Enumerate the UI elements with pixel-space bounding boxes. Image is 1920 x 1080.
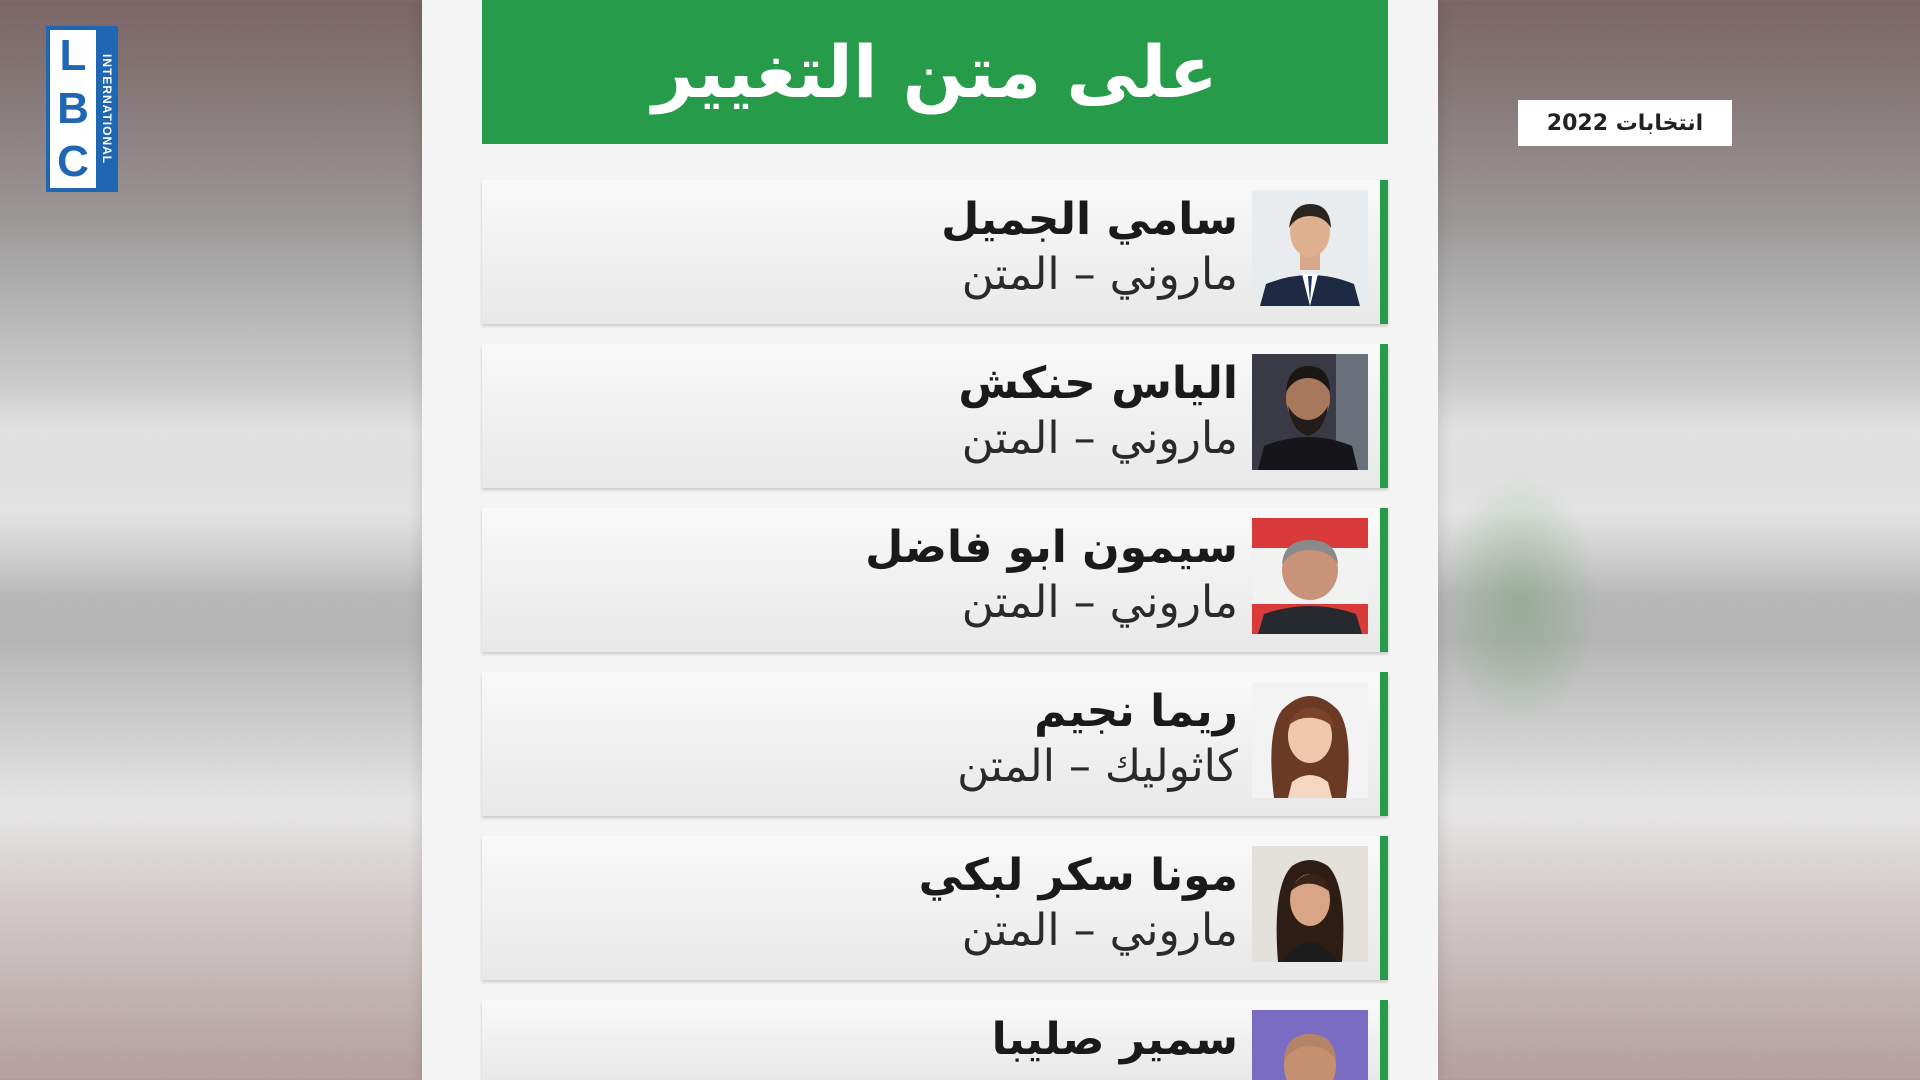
list-title: على متن التغيير [482,0,1388,144]
candidate-detail: ماروني – المتن [961,413,1238,464]
candidate-row: ريما نجيم كاثوليك – المتن [482,672,1388,816]
candidate-photo [1252,518,1368,634]
candidate-photo [1252,1010,1368,1080]
candidate-list: سامي الجميل ماروني – المتن الياس حنكش ما… [482,180,1388,1080]
candidate-name: ريما نجيم [1034,686,1238,737]
candidate-text: سمير صليبا [992,1012,1238,1068]
candidate-name: الياس حنكش [958,358,1238,409]
candidate-photo [1252,846,1368,962]
row-accent-bar [1380,1000,1388,1080]
candidate-row: الياس حنكش ماروني – المتن [482,344,1388,488]
candidate-name: سمير صليبا [991,1014,1238,1065]
row-accent-bar [1380,180,1388,324]
row-accent-bar [1380,672,1388,816]
candidate-photo [1252,190,1368,306]
candidate-photo [1252,682,1368,798]
candidate-text: الياس حنكش ماروني – المتن [958,356,1238,466]
candidate-text: ريما نجيم كاثوليك – المتن [957,684,1238,794]
election-badge: انتخابات 2022 [1518,100,1732,146]
logo-letters: L B C [50,30,96,188]
logo-letter: B [57,83,89,133]
candidate-photo [1252,354,1368,470]
candidate-name: مونا سكر لبكي [918,850,1238,901]
candidate-detail: ماروني – المتن [961,905,1238,956]
row-accent-bar [1380,836,1388,980]
row-accent-bar [1380,344,1388,488]
candidate-name: سيمون ابو فاضل [865,522,1238,573]
cedar-watermark [1440,470,1600,730]
row-accent-bar [1380,508,1388,652]
candidate-text: سامي الجميل ماروني – المتن [941,192,1238,302]
logo-subtext: INTERNATIONAL [100,53,114,165]
candidate-detail: ماروني – المتن [961,249,1238,300]
logo-letter: L [59,31,87,81]
candidate-row: سيمون ابو فاضل ماروني – المتن [482,508,1388,652]
logo-letter: C [57,136,89,186]
candidate-text: مونا سكر لبكي ماروني – المتن [919,848,1238,958]
candidate-text: سيمون ابو فاضل ماروني – المتن [865,520,1238,630]
candidate-row: سامي الجميل ماروني – المتن [482,180,1388,324]
candidate-name: سامي الجميل [941,194,1238,245]
candidate-row: سمير صليبا [482,1000,1388,1080]
candidate-detail: ماروني – المتن [961,577,1238,628]
candidate-detail: كاثوليك – المتن [957,741,1238,792]
candidate-row: مونا سكر لبكي ماروني – المتن [482,836,1388,980]
channel-logo: L B C INTERNATIONAL [46,26,118,192]
